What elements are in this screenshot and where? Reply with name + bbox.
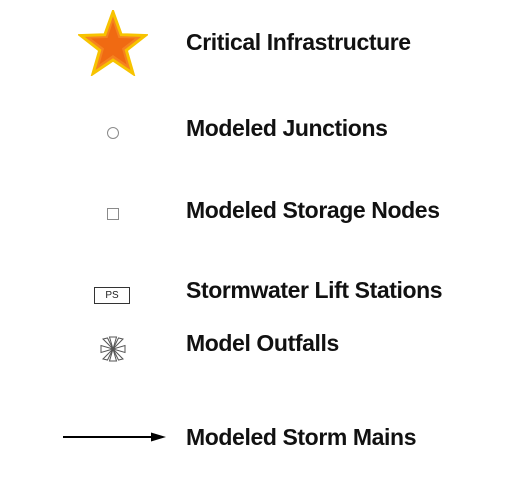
legend-item-modeled-storm-mains: Modeled Storm Mains: [0, 417, 517, 457]
legend-item-stormwater-lift-stations: PS Stormwater Lift Stations: [0, 270, 517, 310]
outfall-icon: [100, 336, 126, 362]
legend-item-model-outfalls: Model Outfalls: [0, 323, 517, 363]
lift-station-icon: PS: [94, 287, 130, 304]
legend-label: Modeled Storm Mains: [186, 424, 417, 450]
legend-label: Stormwater Lift Stations: [186, 277, 443, 303]
arrow-icon: [63, 432, 166, 442]
circle-icon: [107, 127, 119, 139]
legend-item-critical-infrastructure: Critical Infrastructure: [0, 10, 517, 76]
legend-label: Model Outfalls: [186, 330, 339, 356]
legend-item-modeled-junctions: Modeled Junctions: [0, 108, 517, 148]
square-icon: [107, 208, 119, 220]
map-legend: Critical Infrastructure Modeled Junction…: [0, 0, 517, 479]
legend-label: Modeled Storage Nodes: [186, 197, 440, 223]
legend-label: Modeled Junctions: [186, 115, 388, 141]
star-icon: [78, 10, 148, 76]
legend-item-modeled-storage-nodes: Modeled Storage Nodes: [0, 190, 517, 230]
legend-label: Critical Infrastructure: [186, 29, 411, 55]
